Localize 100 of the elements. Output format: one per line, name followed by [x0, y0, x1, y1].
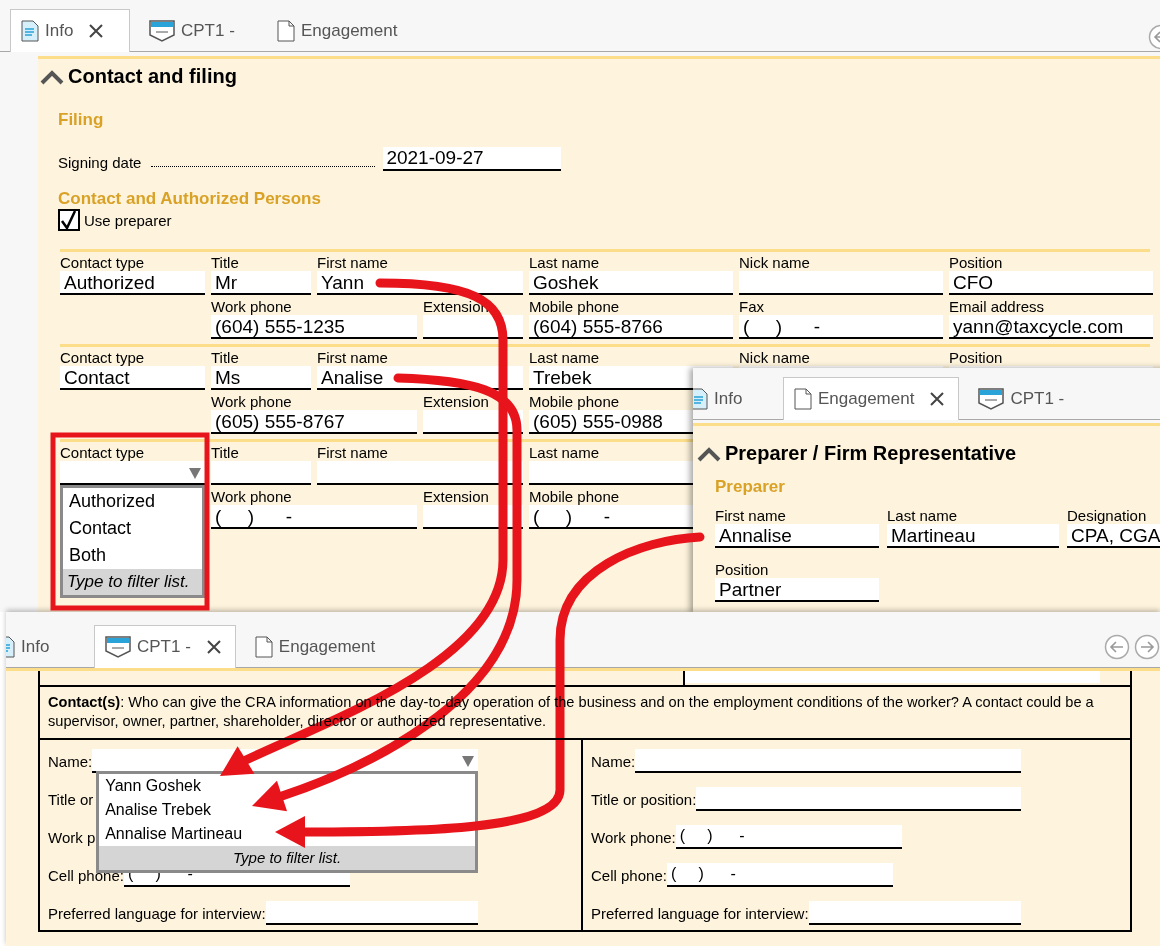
- collapse-chevron-icon[interactable]: [40, 68, 64, 85]
- field-label: Cell phone:: [591, 866, 667, 884]
- dropdown-option[interactable]: Contact: [63, 515, 202, 542]
- field-label: Last name: [529, 349, 600, 366]
- close-icon[interactable]: [206, 640, 221, 654]
- field-label: Preferred language for interview:: [48, 904, 266, 922]
- field-label: Email address: [949, 298, 1045, 315]
- page-icon: [794, 388, 812, 410]
- field-label: Position: [949, 254, 1003, 271]
- field-label: Last name: [887, 507, 958, 524]
- phone-field[interactable]: ( ) -: [739, 315, 943, 339]
- subsection-heading: Contact and Authorized Persons: [58, 189, 322, 209]
- subsection-heading: Filing: [58, 110, 105, 130]
- input-field[interactable]: yann@taxcycle.com: [949, 315, 1153, 339]
- filter-hint: Type to filter list.: [99, 846, 475, 870]
- field-label: Fax: [739, 298, 764, 315]
- checkbox-label: Use preparer: [84, 211, 172, 229]
- field-label: First name: [317, 349, 388, 366]
- field-label: Designation: [1067, 507, 1147, 524]
- field-label: Last name: [529, 254, 600, 271]
- field-label: Nick name: [739, 254, 810, 271]
- input-field[interactable]: CPA, CGA: [1067, 524, 1160, 548]
- tab[interactable]: Info: [10, 9, 130, 52]
- input-field[interactable]: Contact: [60, 366, 205, 390]
- input-field[interactable]: [423, 315, 523, 339]
- field-label: Position: [949, 349, 1003, 366]
- field-label: Title: [211, 444, 239, 461]
- dropdown-option[interactable]: Analise Trebek: [99, 798, 475, 822]
- field-label: Mobile phone: [529, 298, 620, 315]
- input-field[interactable]: Authorized: [60, 271, 205, 295]
- input-field[interactable]: (604) 555-8766: [529, 315, 733, 339]
- date-field[interactable]: 2021-09-27: [383, 147, 562, 171]
- input-field[interactable]: [685, 671, 1100, 683]
- close-icon[interactable]: [930, 392, 945, 406]
- input-field[interactable]: [696, 787, 1021, 811]
- tab[interactable]: CPT1 -: [967, 377, 1080, 419]
- field-label: Mobile phone: [529, 393, 620, 410]
- filter-hint: Type to filter list.: [63, 569, 202, 595]
- page-icon: [277, 19, 295, 42]
- field-label: Title: [211, 254, 239, 271]
- field-label: Nick name: [739, 349, 810, 366]
- field-label: Name:: [48, 752, 93, 770]
- form-icon: [105, 636, 131, 658]
- field-label: Work phone: [211, 298, 292, 315]
- subsection-heading: Preparer: [715, 477, 786, 497]
- input-field[interactable]: Partner: [715, 578, 879, 602]
- form-icon: [978, 387, 1005, 410]
- input-field[interactable]: (605) 555-8767: [211, 410, 417, 434]
- input-field[interactable]: [211, 461, 311, 485]
- input-field[interactable]: [635, 749, 1021, 773]
- input-field[interactable]: Goshek: [529, 271, 733, 295]
- field-label: Position: [715, 561, 769, 578]
- input-field[interactable]: [317, 461, 523, 485]
- field-label: Title or position:: [591, 790, 697, 808]
- checkbox[interactable]: [58, 209, 80, 231]
- field-label: Mobile phone: [529, 488, 620, 505]
- tab[interactable]: Engagement: [243, 625, 391, 667]
- caret-icon: [462, 756, 474, 767]
- dropdown-option[interactable]: Both: [63, 542, 202, 569]
- field-label: Title: [211, 349, 239, 366]
- field-label: Work phone: [211, 393, 292, 410]
- field-label: Last name: [529, 444, 600, 461]
- tab[interactable]: Engagement: [266, 9, 413, 51]
- page-icon: [254, 635, 273, 658]
- phone-field[interactable]: ( ) -: [675, 825, 902, 849]
- section-title: Preparer / Firm Representative: [725, 442, 1017, 465]
- tab[interactable]: Info: [6, 625, 86, 667]
- field-label: Name:: [591, 752, 636, 770]
- collapse-chevron-icon[interactable]: [697, 445, 721, 462]
- input-field[interactable]: [265, 901, 478, 925]
- input-field[interactable]: Annalise: [715, 524, 879, 548]
- field-label: Work phone: [211, 488, 292, 505]
- dropdown-option[interactable]: Authorized: [63, 488, 202, 515]
- field-label: Contact type: [60, 254, 145, 271]
- input-field[interactable]: [739, 271, 943, 295]
- field-label: First name: [317, 254, 388, 271]
- tab[interactable]: CPT1 -: [138, 9, 258, 51]
- phone-field[interactable]: ( ) -: [211, 505, 417, 529]
- input-field[interactable]: Martineau: [887, 524, 1059, 548]
- close-icon[interactable]: [89, 24, 104, 38]
- dropdown-option[interactable]: Annalise Martineau: [99, 822, 475, 846]
- field-label: First name: [317, 444, 388, 461]
- document-icon: [21, 20, 39, 42]
- form-icon: [149, 19, 175, 42]
- field-label: Signing date: [58, 154, 142, 171]
- field-label: Title or: [48, 790, 94, 808]
- tab[interactable]: CPT1 -: [94, 625, 236, 668]
- document-icon: [693, 387, 708, 410]
- field-label: Work phone:: [591, 828, 676, 846]
- dropdown-option[interactable]: Yann Goshek: [99, 774, 475, 798]
- input-field[interactable]: CFO: [949, 271, 1153, 295]
- input-field[interactable]: Mr: [211, 271, 311, 295]
- input-field[interactable]: [808, 901, 1021, 925]
- field-label: Extension: [423, 393, 489, 410]
- tab[interactable]: Engagement: [783, 377, 960, 420]
- input-field[interactable]: Ms: [211, 366, 311, 390]
- phone-field[interactable]: ( ) -: [666, 863, 893, 887]
- input-field[interactable]: (604) 555-1235: [211, 315, 417, 339]
- field-label: Preferred language for interview:: [591, 904, 809, 922]
- section-title: Contact and filing: [68, 65, 237, 88]
